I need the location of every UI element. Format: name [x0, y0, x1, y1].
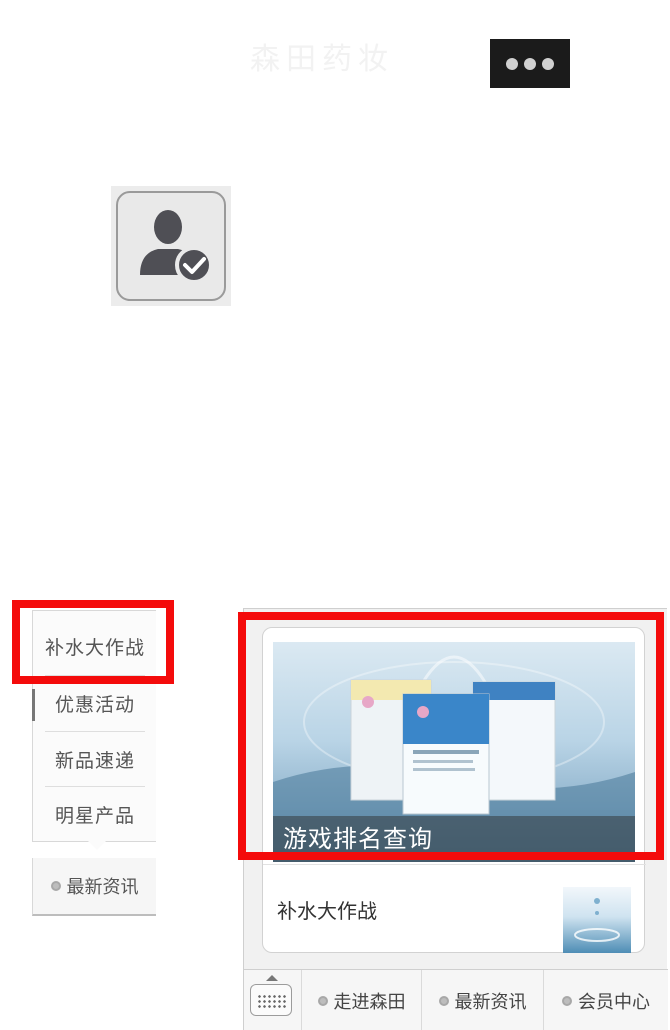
bullet-icon	[438, 996, 449, 1006]
submenu-item-promotions[interactable]: 优惠活动	[45, 676, 145, 730]
tab-label: 最新资讯	[66, 877, 139, 898]
bullet-icon	[50, 881, 61, 891]
bullet-icon	[562, 996, 572, 1006]
highlight-box-menu-item	[12, 600, 174, 684]
article-thumbnail	[563, 887, 631, 953]
tab-latest-news[interactable]: 最新资讯	[421, 970, 543, 1030]
tab-member-center[interactable]: 会员中心	[543, 970, 668, 1030]
faint-page-title: 森田药妆	[250, 42, 394, 77]
highlight-box-article	[238, 612, 664, 860]
verified-contact-icon	[116, 191, 226, 301]
tab-latest-news-left[interactable]: 最新资讯	[32, 858, 156, 916]
bottom-menu-bar: 走进森田 最新资讯 会员中心	[244, 969, 668, 1030]
popup-caret	[88, 841, 106, 850]
tab-label: 走进森田	[333, 992, 406, 1013]
more-dots-icon[interactable]	[490, 39, 570, 88]
article-item-title: 补水大作战	[277, 899, 377, 923]
tab-label: 会员中心	[578, 992, 650, 1013]
tab-label: 最新资讯	[454, 992, 527, 1013]
article-list-item[interactable]: 补水大作战	[263, 864, 646, 954]
keyboard-icon[interactable]	[250, 975, 292, 1016]
submenu-item-star-products[interactable]: 明星产品	[45, 787, 145, 841]
contact-tile[interactable]	[111, 186, 231, 306]
submenu-item-new-products[interactable]: 新品速递	[45, 732, 145, 786]
tab-about[interactable]: 走进森田	[301, 970, 421, 1030]
bullet-icon	[317, 996, 328, 1006]
